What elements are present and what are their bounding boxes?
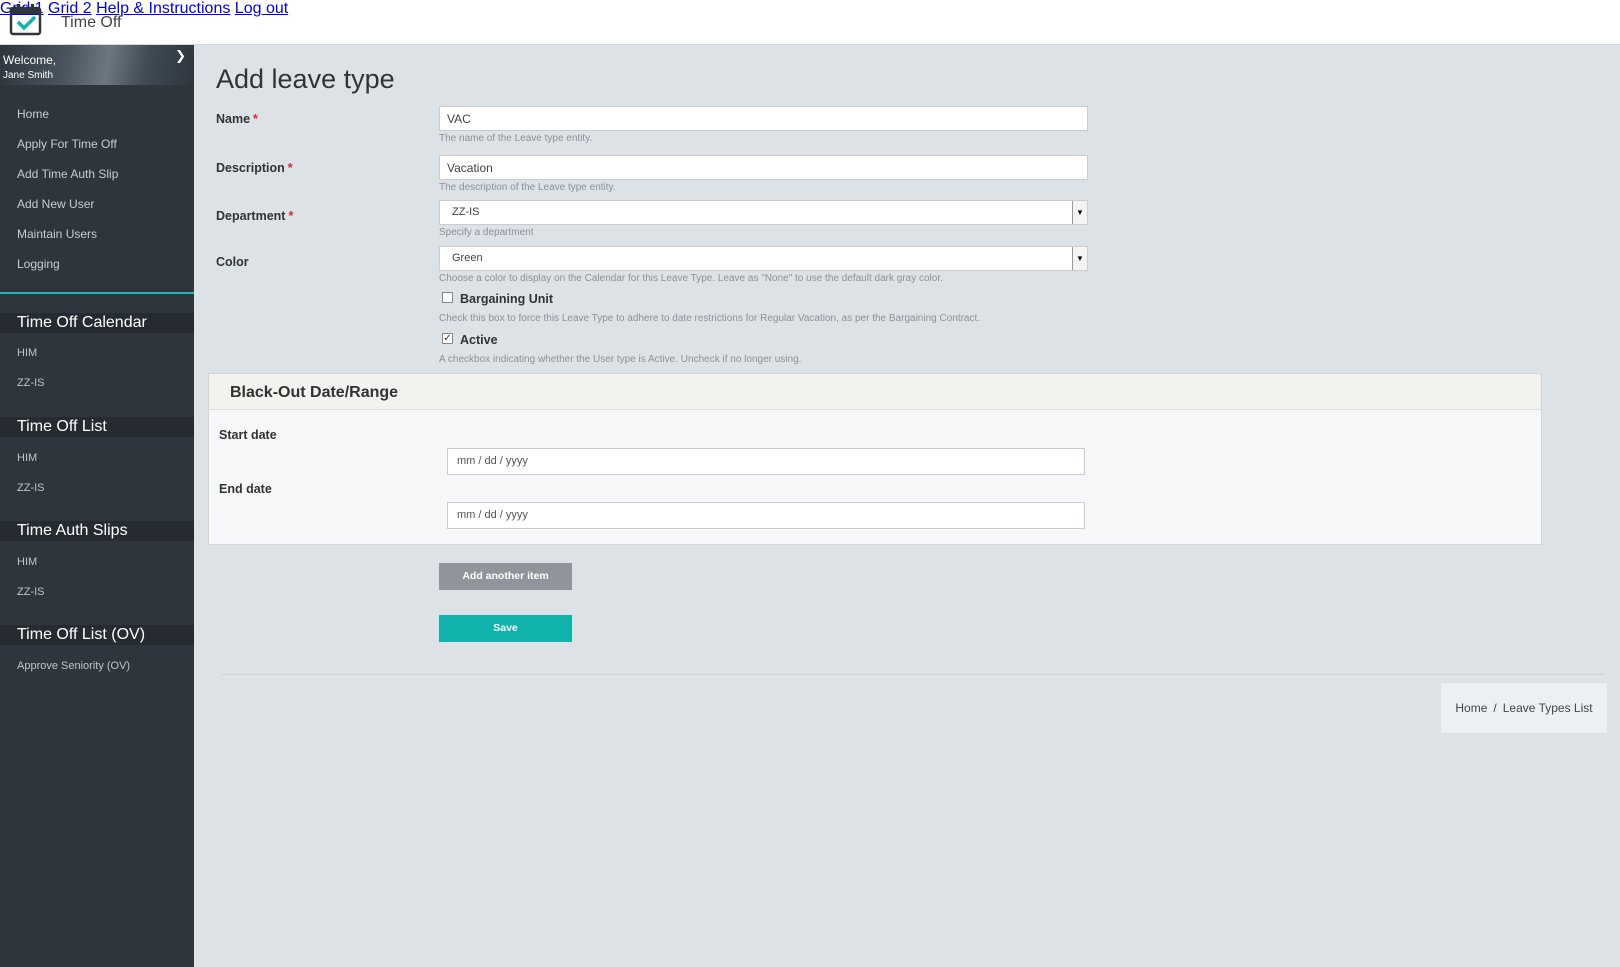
bargaining-unit-help: Check this box to force this Leave Type … <box>439 313 981 324</box>
active-help: A checkbox indicating whether the User t… <box>439 354 802 365</box>
active-checkbox[interactable]: ✓ <box>442 333 453 344</box>
blackout-header: Black-Out Date/Range <box>209 374 1541 410</box>
bargaining-unit-label: Bargaining Unit <box>460 292 554 306</box>
calendar-check-icon[interactable] <box>9 3 42 36</box>
required-marker: * <box>288 209 294 223</box>
welcome-banner: Welcome, Jane Smith ❯ <box>0 45 194 85</box>
color-help: Choose a color to display on the Calenda… <box>439 273 943 284</box>
nav-log-out[interactable]: Log out <box>235 0 288 17</box>
breadcrumb-separator: / <box>1493 701 1497 715</box>
sidebar-item-list-him[interactable]: HIM <box>17 452 37 464</box>
color-label: Color <box>216 255 249 269</box>
blackout-fieldset: Black-Out Date/Range Start date mm / dd … <box>208 373 1542 545</box>
chevron-right-icon[interactable]: ❯ <box>175 48 186 64</box>
start-date-label: Start date <box>219 428 277 442</box>
description-help: The description of the Leave type entity… <box>439 182 616 193</box>
save-button[interactable]: Save <box>439 615 572 642</box>
sidebar-heading-time-off-calendar: Time Off Calendar <box>0 313 194 333</box>
sidebar-item-add-time-auth-slip[interactable]: Add Time Auth Slip <box>17 167 118 181</box>
top-bar: Time Off Grid 1 Grid 2 Help & Instructio… <box>0 0 1620 45</box>
sidebar-item-home[interactable]: Home <box>17 107 49 121</box>
breadcrumb: Home / Leave Types List <box>1441 683 1607 733</box>
sidebar-heading-time-off-list: Time Off List <box>0 417 194 437</box>
sidebar-item-maintain-users[interactable]: Maintain Users <box>17 227 97 241</box>
sidebar-item-slips-zz-is[interactable]: ZZ-IS <box>17 586 45 598</box>
end-date-field[interactable]: mm / dd / yyyy <box>447 502 1085 529</box>
sidebar-heading-time-auth-slips: Time Auth Slips <box>0 521 194 541</box>
breadcrumb-leave-types-list[interactable]: Leave Types List <box>1503 701 1593 715</box>
caret-down-icon[interactable]: ▼ <box>1072 201 1087 224</box>
color-select[interactable]: Green ▼ <box>439 246 1088 271</box>
app-title: Time Off <box>61 14 122 31</box>
department-value: ZZ-IS <box>452 206 480 218</box>
name-help: The name of the Leave type entity. <box>439 133 593 144</box>
end-date-label: End date <box>219 482 272 496</box>
page-title: Add leave type <box>216 64 395 94</box>
description-label: Description * <box>216 161 293 175</box>
required-marker: * <box>253 112 258 126</box>
divider <box>222 674 1604 675</box>
blackout-title: Black-Out Date/Range <box>230 384 399 401</box>
sidebar-heading-time-off-list-ov: Time Off List (OV) <box>0 625 194 645</box>
sidebar-item-add-new-user[interactable]: Add New User <box>17 197 94 211</box>
name-label: Name * <box>216 112 258 126</box>
color-value: Green <box>452 252 483 264</box>
active-label: Active <box>460 333 498 347</box>
required-marker: * <box>287 161 293 175</box>
sidebar-item-slips-him[interactable]: HIM <box>17 556 37 568</box>
department-label: Department * <box>216 209 294 223</box>
sidebar-item-calendar-him[interactable]: HIM <box>17 347 37 359</box>
sidebar-item-calendar-zz-is[interactable]: ZZ-IS <box>17 377 45 389</box>
sidebar-item-logging[interactable]: Logging <box>17 257 60 271</box>
breadcrumb-home[interactable]: Home <box>1455 701 1487 715</box>
department-help: Specify a department <box>439 227 534 238</box>
sidebar-item-list-zz-is[interactable]: ZZ-IS <box>17 482 45 494</box>
sidebar-item-approve-seniority[interactable]: Approve Seniority (OV) <box>17 660 130 672</box>
department-select[interactable]: ZZ-IS ▼ <box>439 200 1088 225</box>
start-date-field[interactable]: mm / dd / yyyy <box>447 448 1085 475</box>
sidebar: Welcome, Jane Smith ❯ Home Apply For Tim… <box>0 45 194 967</box>
add-another-item-button[interactable]: Add another item <box>439 563 572 590</box>
caret-down-icon[interactable]: ▼ <box>1072 247 1087 270</box>
name-field[interactable] <box>439 106 1088 131</box>
sidebar-divider <box>0 292 194 294</box>
bargaining-unit-checkbox[interactable] <box>442 292 453 303</box>
description-field[interactable] <box>439 155 1088 180</box>
sidebar-item-apply-for-time-off[interactable]: Apply For Time Off <box>17 137 117 151</box>
user-name: Jane Smith <box>3 70 54 81</box>
welcome-label: Welcome, <box>3 53 57 67</box>
